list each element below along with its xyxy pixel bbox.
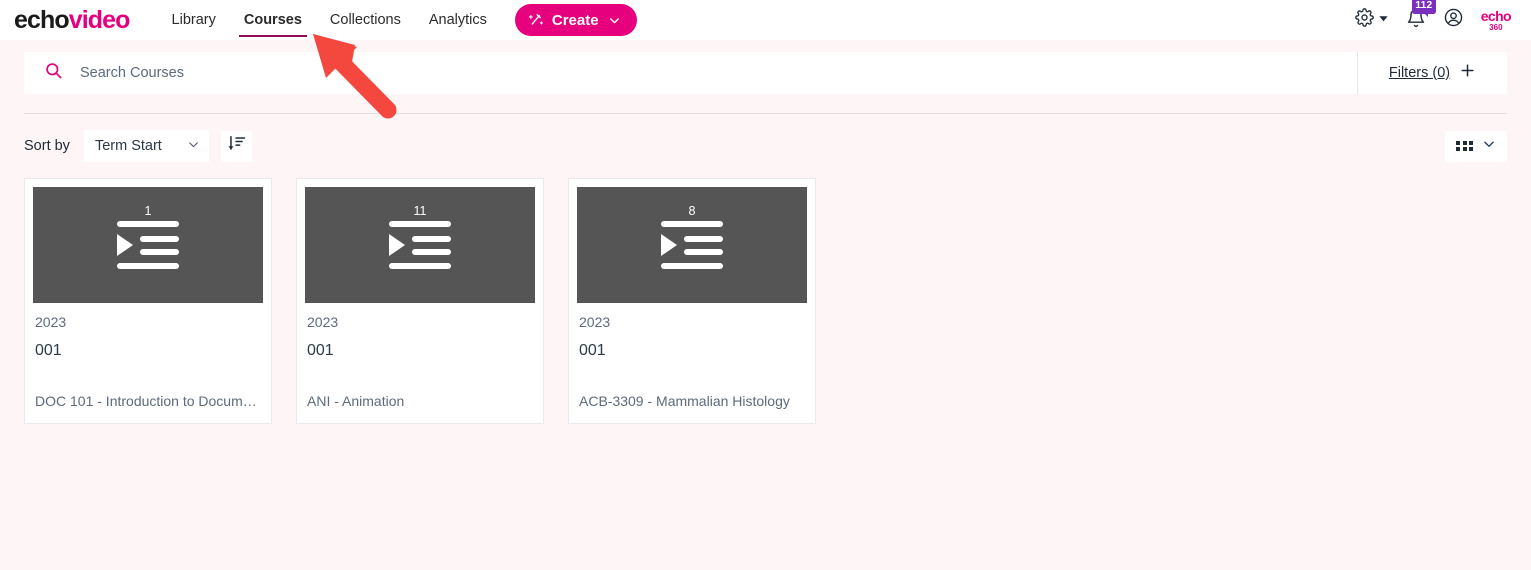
course-thumbnail: 11 — [305, 187, 535, 303]
user-avatar-icon — [1443, 7, 1464, 33]
course-thumbnail: 8 — [577, 187, 807, 303]
course-thumbnail: 1 — [33, 187, 263, 303]
course-card[interactable]: 11 2023 001 ANI - Animation — [296, 178, 544, 424]
course-section: 001 — [579, 342, 606, 359]
chevron-down-icon — [187, 138, 200, 155]
logo-text-video: video — [68, 5, 131, 34]
course-term: 2023 — [307, 314, 339, 330]
grid-view-icon — [1456, 140, 1473, 152]
course-item-count: 8 — [688, 204, 696, 218]
course-item-count: 1 — [144, 204, 152, 218]
course-card-body: 2023 001 ANI - Animation — [305, 303, 535, 423]
course-item-count: 11 — [413, 204, 427, 218]
course-title[interactable]: ANI - Animation — [307, 393, 533, 423]
course-section: 001 — [35, 342, 62, 359]
sort-descending-icon — [227, 134, 246, 158]
nav-item-library[interactable]: Library — [158, 0, 230, 40]
search-input[interactable] — [80, 65, 1357, 81]
sort-by-selected-value: Term Start — [94, 138, 162, 154]
nav-item-collections-label: Collections — [329, 12, 401, 28]
search-row: Filters (0) — [0, 40, 1531, 94]
plus-icon — [1459, 62, 1476, 84]
logo-text-echo: echo — [14, 5, 70, 34]
play-triangle-icon — [661, 234, 677, 256]
nav-links: Library Courses Collections Analytics — [158, 0, 501, 40]
nav-item-courses-label: Courses — [243, 12, 302, 28]
course-title[interactable]: DOC 101 - Introduction to Document... — [35, 393, 261, 423]
search-icon — [44, 61, 63, 85]
play-triangle-icon — [389, 234, 405, 256]
magic-wand-icon — [528, 12, 545, 29]
view-mode-toggle[interactable] — [1445, 130, 1507, 162]
chevron-down-icon — [608, 14, 621, 27]
echovideo-logo[interactable]: echovideo — [14, 5, 131, 34]
echo360-logo-main: echo — [1480, 7, 1512, 24]
course-section: 001 — [307, 342, 334, 359]
course-card-body: 2023 001 DOC 101 - Introduction to Docum… — [33, 303, 263, 423]
playlist-icon: 1 — [117, 205, 179, 269]
sort-row: Sort by Term Start — [24, 114, 1507, 178]
top-bar-right-actions: 112 echo 360 — [1354, 0, 1517, 33]
playlist-icon: 8 — [661, 205, 723, 269]
create-button-label: Create — [551, 11, 599, 29]
course-title[interactable]: ACB-3309 - Mammalian Histology — [579, 393, 805, 423]
filters-label: Filters (0) — [1388, 65, 1451, 81]
nav-item-courses[interactable]: Courses — [230, 0, 316, 40]
sort-direction-button[interactable] — [220, 130, 252, 162]
course-card[interactable]: 1 2023 001 DOC 101 - Introduction to Doc… — [24, 178, 272, 424]
play-triangle-icon — [117, 234, 133, 256]
sort-by-label: Sort by — [24, 138, 70, 154]
nav-item-analytics[interactable]: Analytics — [415, 0, 501, 40]
course-card-body: 2023 001 ACB-3309 - Mammalian Histology — [577, 303, 807, 423]
gear-icon — [1354, 8, 1374, 32]
echo360-logo-sub: 360 — [1489, 22, 1503, 32]
search-box[interactable] — [24, 52, 1357, 94]
sort-by-select[interactable]: Term Start — [83, 130, 209, 162]
settings-menu-button[interactable] — [1354, 8, 1389, 32]
nav-item-library-label: Library — [171, 12, 216, 28]
create-button[interactable]: Create — [514, 4, 637, 36]
user-account-button[interactable] — [1443, 7, 1464, 33]
filters-button[interactable]: Filters (0) — [1357, 52, 1507, 94]
notification-count-badge: 112 — [1411, 0, 1436, 17]
course-card[interactable]: 8 2023 001 ACB-3309 - Mammalian Histolog… — [568, 178, 816, 424]
course-term: 2023 — [35, 314, 67, 330]
settings-chevron-down-icon — [1378, 11, 1389, 29]
notifications-button[interactable]: 112 — [1406, 0, 1436, 33]
course-card-grid: 1 2023 001 DOC 101 - Introduction to Doc… — [24, 178, 1507, 424]
nav-item-analytics-label: Analytics — [428, 12, 487, 28]
course-term: 2023 — [579, 314, 611, 330]
playlist-icon: 11 — [389, 205, 451, 269]
top-navigation-bar: echovideo Library Courses Collections An… — [0, 0, 1531, 40]
echo360-corner-logo: echo 360 — [1480, 7, 1512, 32]
page-root: echovideo Library Courses Collections An… — [0, 0, 1531, 570]
chevron-down-icon — [1482, 137, 1496, 156]
nav-item-collections[interactable]: Collections — [316, 0, 415, 40]
